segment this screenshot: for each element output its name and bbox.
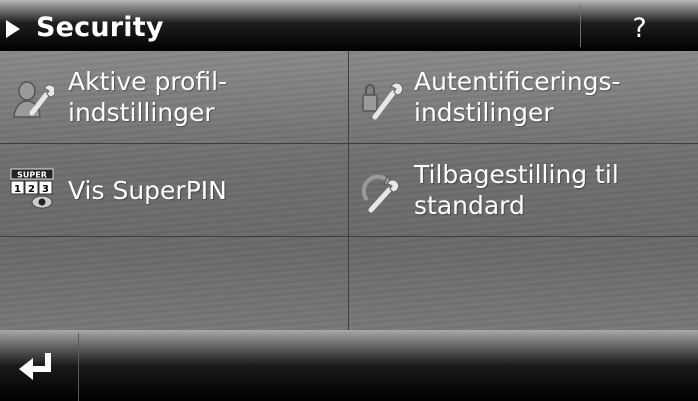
title-arrow-icon [6,20,20,38]
svg-text:3: 3 [42,184,49,195]
menu-item-empty-right [349,237,698,330]
menu-item-label-line1: Tilbagestilling til [414,160,619,189]
menu-item-label-line2: indstilinger [414,98,554,127]
settings-menu: Aktive profil- indstillinger Autentifice… [0,51,698,330]
help-button[interactable]: ? [581,0,698,51]
page-title: Security [36,12,164,43]
menu-item-reset-to-default[interactable]: Tilbagestilling til standard [349,144,698,237]
reset-wrench-icon [361,174,400,213]
bottom-bar [0,330,698,401]
menu-item-label-line2: standard [414,191,525,220]
menu-item-show-superpin[interactable]: SUPER 1 2 3 Vis SuperPIN [0,144,349,237]
menu-item-empty-left [0,237,349,330]
profile-wrench-icon [13,81,54,118]
menu-item-authentication-settings[interactable]: Autentificerings- indstilinger [349,51,698,144]
title-bar: Security ? [0,0,698,51]
key-wrench-icon [362,82,403,120]
svg-text:2: 2 [28,184,35,195]
menu-item-label-line1: Aktive profil- [68,67,228,96]
menu-item-label-line2: indstillinger [68,98,215,127]
svg-text:1: 1 [14,184,21,195]
bottom-divider [78,333,79,401]
menu-item-label-line1: Vis SuperPIN [68,176,227,205]
menu-item-active-profile-settings[interactable]: Aktive profil- indstillinger [0,51,349,144]
superpin-icon: SUPER 1 2 3 [10,168,54,209]
superpin-badge-text: SUPER [17,171,47,180]
menu-item-label-line1: Autentificerings- [414,67,621,96]
back-button[interactable] [0,330,78,401]
enter-return-icon [19,353,51,380]
